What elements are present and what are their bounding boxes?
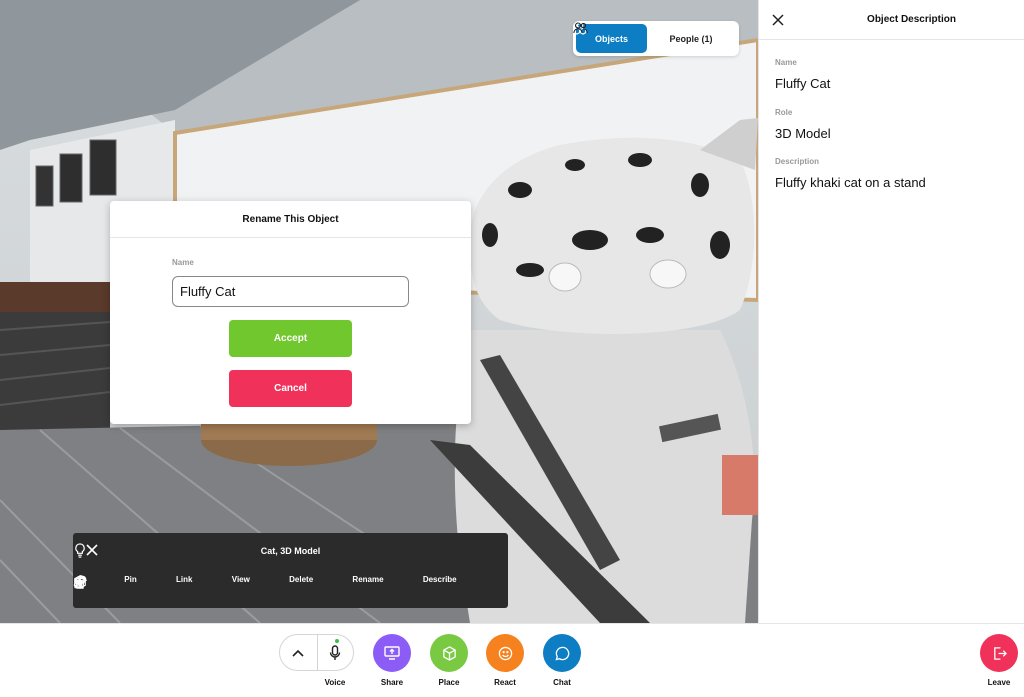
accept-button[interactable]: Accept xyxy=(229,320,352,357)
react-label: React xyxy=(494,678,516,687)
view-action[interactable]: View xyxy=(74,575,250,589)
chat-label: Chat xyxy=(553,678,571,687)
leave-button[interactable] xyxy=(980,634,1018,672)
role-label: Role xyxy=(775,108,793,117)
cube-icon xyxy=(442,645,456,661)
role-value: 3D Model xyxy=(775,126,831,141)
leave-label: Leave xyxy=(987,678,1011,687)
name-input[interactable] xyxy=(172,276,409,307)
voice-label: Voice xyxy=(324,678,346,687)
app-root: Objects People (1) Rename This Object Na… xyxy=(0,0,1024,697)
panel-title: Object Description xyxy=(867,14,956,25)
rename-dialog: Rename This Object Name Accept Cancel xyxy=(110,201,471,424)
smile-icon xyxy=(498,646,512,660)
link-label: Link xyxy=(176,575,193,584)
people-icon xyxy=(573,22,588,34)
delete-action[interactable]: Delete xyxy=(74,575,314,589)
plus-icon xyxy=(74,576,86,588)
describe-label: Describe xyxy=(422,575,457,584)
voice-control xyxy=(279,634,354,671)
chevron-up-icon xyxy=(292,649,304,657)
exit-icon xyxy=(993,646,1007,660)
cancel-button[interactable]: Cancel xyxy=(229,370,352,407)
object-actions: Pin Link View Delete Rename Describe xyxy=(73,575,508,589)
name-label: Name xyxy=(775,58,797,67)
description-value: Fluffy khaki cat on a stand xyxy=(775,175,926,190)
expand-button[interactable] xyxy=(280,635,317,670)
place-button[interactable] xyxy=(430,634,468,672)
object-description-panel: Object Description Name Fluffy Cat Role … xyxy=(758,0,1024,623)
chat-button[interactable] xyxy=(543,634,581,672)
place-label: Place xyxy=(438,678,460,687)
object-action-bar: Cat, 3D Model Pin Link View Delete Renam… xyxy=(73,533,508,608)
description-label: Description xyxy=(775,157,820,166)
rename-action[interactable]: Rename xyxy=(74,575,384,589)
delete-label: Delete xyxy=(289,575,314,584)
pin-label: Pin xyxy=(124,575,137,584)
view-label: View xyxy=(231,575,250,584)
microphone-icon xyxy=(330,644,341,660)
name-value: Fluffy Cat xyxy=(775,76,831,91)
object-title: Cat, 3D Model xyxy=(260,546,321,556)
name-label: Name xyxy=(172,258,194,267)
link-action[interactable]: Link xyxy=(73,575,193,589)
dialog-title: Rename This Object xyxy=(110,201,471,238)
mic-active-dot xyxy=(334,639,339,643)
react-button[interactable] xyxy=(486,634,524,672)
people-tab-label: People (1) xyxy=(669,33,713,44)
share-screen-icon xyxy=(384,646,400,660)
close-icon[interactable] xyxy=(772,14,784,26)
objects-tab-label: Objects xyxy=(594,33,628,44)
3d-viewport[interactable]: Objects People (1) Rename This Object Na… xyxy=(0,0,758,623)
lightbulb-icon[interactable] xyxy=(73,543,87,558)
share-button[interactable] xyxy=(373,634,411,672)
share-label: Share xyxy=(380,678,404,687)
rename-label: Rename xyxy=(352,575,384,584)
describe-action[interactable]: Describe xyxy=(74,575,457,588)
mic-button[interactable] xyxy=(316,635,354,670)
panel-header: Object Description xyxy=(759,0,1024,40)
bottom-toolbar: Voice Share Place React Chat Leave xyxy=(0,623,1024,697)
view-toggle: Objects People (1) xyxy=(573,21,739,56)
pin-action[interactable]: Pin xyxy=(73,575,137,589)
chat-bubble-icon xyxy=(554,646,569,661)
people-tab[interactable]: People (1) xyxy=(573,22,735,53)
